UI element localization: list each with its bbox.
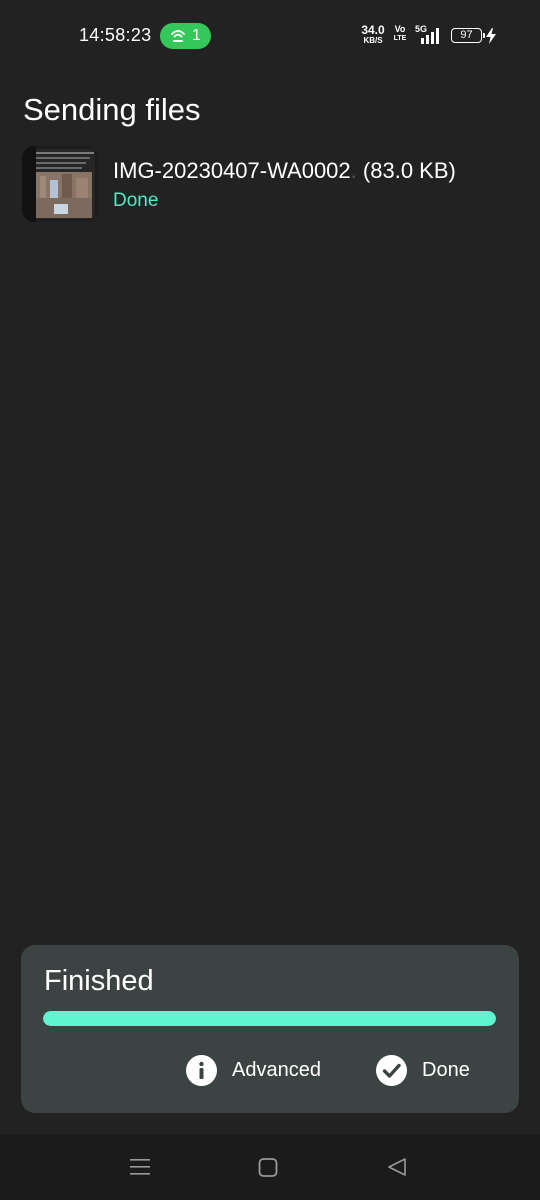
advanced-button[interactable]: Advanced bbox=[186, 1053, 321, 1087]
file-name-ellipsis: . bbox=[350, 158, 357, 183]
page-title: Sending files bbox=[23, 92, 201, 127]
back-icon[interactable] bbox=[386, 1156, 408, 1178]
info-icon bbox=[186, 1054, 217, 1086]
done-button[interactable]: Done bbox=[376, 1053, 470, 1087]
signal-icon bbox=[421, 28, 439, 44]
image-thumbnail-graphic bbox=[22, 146, 98, 222]
network-speed: 34.0 KB/S bbox=[360, 24, 386, 45]
transfer-status-panel: Finished Advanced Done bbox=[21, 945, 519, 1113]
file-name: IMG-20230407-WA0002. (83.0 KB) bbox=[113, 158, 456, 184]
check-circle-icon bbox=[376, 1054, 407, 1086]
hotspot-icon bbox=[171, 30, 185, 42]
navigation-bar bbox=[0, 1134, 540, 1200]
volte-top: Vo bbox=[394, 24, 406, 34]
network-speed-unit: KB/S bbox=[363, 36, 383, 45]
home-icon[interactable] bbox=[258, 1156, 278, 1178]
battery-icon: 97 bbox=[451, 28, 485, 43]
hotspot-count: 1 bbox=[192, 27, 201, 44]
volte-bottom: LTE bbox=[393, 35, 407, 42]
progress-fill bbox=[43, 1011, 496, 1026]
hotspot-indicator[interactable]: 1 bbox=[160, 23, 211, 49]
progress-bar bbox=[43, 1011, 496, 1026]
file-name-text: IMG-20230407-WA0002 bbox=[113, 158, 351, 183]
file-size: (83.0 KB) bbox=[362, 158, 456, 183]
file-thumbnail bbox=[22, 146, 98, 222]
advanced-label: Advanced bbox=[232, 1058, 321, 1081]
battery-level: 97 bbox=[460, 29, 473, 41]
status-bar: 14:58:23 1 34.0 KB/S Vo LTE 5G 97 bbox=[0, 0, 540, 72]
status-time: 14:58:23 bbox=[79, 25, 152, 45]
panel-title: Finished bbox=[44, 965, 154, 997]
done-label: Done bbox=[422, 1058, 470, 1081]
file-list-item[interactable]: IMG-20230407-WA0002. (83.0 KB) Done bbox=[22, 146, 522, 224]
network-speed-value: 34.0 bbox=[361, 23, 385, 37]
file-status: Done bbox=[113, 190, 159, 211]
volte-indicator: Vo LTE bbox=[393, 24, 407, 43]
charging-icon bbox=[486, 28, 496, 44]
menu-icon[interactable] bbox=[129, 1156, 151, 1178]
